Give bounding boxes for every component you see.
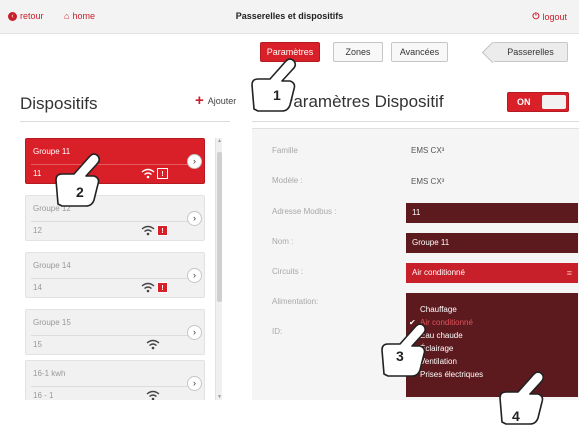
- adresse-modbus-label: Adresse Modbus :: [272, 207, 337, 216]
- plus-icon: +: [195, 92, 204, 109]
- tab-passerelles-label: Passerelles: [507, 47, 554, 57]
- callout-4: 4: [496, 368, 556, 428]
- page-title: Passerelles et dispositifs: [235, 11, 344, 21]
- circuits-label: Circuits :: [272, 267, 304, 276]
- chevron-right-icon[interactable]: ›: [187, 154, 202, 169]
- famille-value: EMS CX³: [411, 146, 445, 155]
- nom-field[interactable]: Groupe 11: [406, 233, 578, 253]
- toggle-label: ON: [517, 97, 531, 107]
- famille-label: Famille: [272, 146, 298, 155]
- tab-zones[interactable]: Zones: [333, 42, 383, 62]
- chevron-right-icon[interactable]: ›: [187, 376, 202, 391]
- logout-link[interactable]: ⏻ logout: [532, 11, 567, 22]
- divider: [252, 121, 579, 122]
- card-divider: [31, 335, 199, 336]
- pointing-hand-icon: [381, 323, 427, 377]
- add-label: Ajouter: [207, 96, 237, 106]
- modele-label: Modèle :: [272, 176, 303, 185]
- pointing-hand-icon: [251, 58, 297, 112]
- device-name: Groupe 15: [33, 318, 71, 327]
- chevron-right-icon[interactable]: ›: [187, 325, 202, 340]
- device-card[interactable]: Groupe 15 15 ›: [25, 309, 205, 355]
- dropdown-option[interactable]: Chauffage: [406, 303, 578, 316]
- device-address: 14: [33, 283, 42, 292]
- scrollbar-thumb[interactable]: [217, 152, 222, 302]
- card-divider: [31, 386, 199, 387]
- toggle-knob: [542, 95, 566, 109]
- pointing-hand-icon: [499, 371, 545, 425]
- alert-badge: !: [157, 225, 168, 236]
- chevron-right-icon[interactable]: ›: [187, 211, 202, 226]
- alert-badge: !: [157, 282, 168, 293]
- callout-number: 3: [396, 348, 404, 364]
- alert-badge: !: [157, 168, 168, 179]
- device-name: 16-1 kwh: [33, 369, 66, 378]
- device-name: Groupe 14: [33, 261, 71, 270]
- callout-1: 1: [248, 55, 308, 115]
- circuits-selected-value: Air conditionné: [412, 268, 465, 277]
- wifi-icon: [146, 339, 160, 350]
- modele-value: EMS CX³: [411, 177, 445, 186]
- callout-number: 2: [76, 184, 84, 200]
- id-label: ID:: [272, 327, 283, 336]
- top-bar: ‹ retour ⌂ home Passerelles et dispositi…: [0, 0, 579, 34]
- alimentation-label: Alimentation:: [272, 297, 319, 306]
- wifi-icon: [141, 168, 155, 179]
- divider: [20, 121, 230, 122]
- circuits-select[interactable]: Air conditionné ≡: [406, 263, 578, 283]
- callout-2: 2: [52, 150, 112, 210]
- scroll-up-icon[interactable]: ▲: [216, 138, 223, 144]
- device-card[interactable]: 16-1 kwh 16 - 1 ›: [25, 360, 205, 400]
- device-address: 11: [33, 169, 42, 178]
- scroll-down-icon[interactable]: ▼: [216, 394, 223, 400]
- wifi-icon: [146, 390, 160, 400]
- card-divider: [31, 278, 199, 279]
- devices-heading: Dispositifs: [20, 94, 98, 113]
- device-list-scrollbar[interactable]: ▲ ▼: [215, 138, 222, 400]
- add-device-button[interactable]: + Ajouter: [195, 92, 237, 109]
- logout-label: logout: [542, 11, 567, 22]
- tab-passerelles[interactable]: Passerelles: [493, 42, 568, 62]
- card-divider: [31, 221, 199, 222]
- adresse-modbus-field[interactable]: 11: [406, 203, 578, 223]
- device-card[interactable]: Groupe 14 14 ! ›: [25, 252, 205, 298]
- wifi-icon: [141, 225, 155, 236]
- callout-3: 3: [378, 320, 438, 380]
- device-address: 15: [33, 340, 42, 349]
- device-on-toggle[interactable]: ON: [507, 92, 569, 112]
- chevron-right-icon[interactable]: ›: [187, 268, 202, 283]
- device-address: 16 - 1: [33, 391, 54, 400]
- power-icon: ⏻: [532, 11, 540, 21]
- tab-avancees[interactable]: Avancées: [391, 42, 448, 62]
- wifi-icon: [141, 282, 155, 293]
- device-address: 12: [33, 226, 42, 235]
- menu-icon: ≡: [566, 268, 572, 278]
- callout-number: 1: [273, 87, 281, 103]
- pointing-hand-icon: [55, 153, 101, 207]
- nom-label: Nom :: [272, 237, 294, 246]
- callout-number: 4: [512, 408, 520, 424]
